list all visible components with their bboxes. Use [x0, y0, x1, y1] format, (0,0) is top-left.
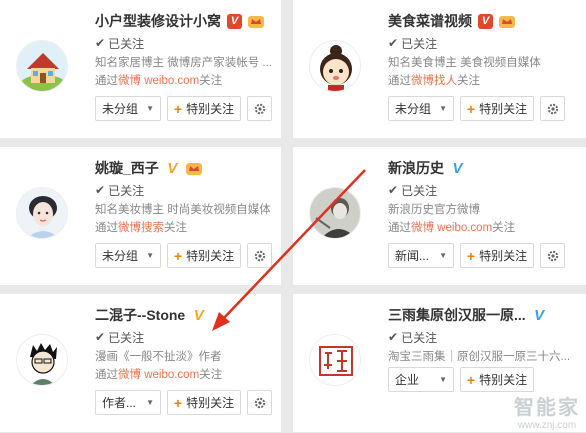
avatar[interactable] [309, 40, 361, 92]
group-select[interactable]: 未分组 ▼ [95, 96, 161, 121]
caret-down-icon: ▼ [439, 104, 447, 113]
special-follow-button[interactable]: + 特别关注 [167, 243, 241, 268]
caret-down-icon: ▼ [146, 398, 154, 407]
verified-badge-icon: V [478, 13, 493, 29]
check-icon: ✔ [388, 330, 399, 344]
watermark: 智能家 www.znj.com [514, 397, 580, 431]
group-select[interactable]: 新闻... ▼ [388, 243, 454, 268]
follow-source: 通过微博找人关注 [388, 75, 480, 87]
source-link[interactable]: 微博 weibo.com [118, 369, 199, 381]
verified-badge-icon: V [452, 159, 463, 177]
verified-badge-icon: V [167, 159, 178, 177]
plus-icon: + [466, 247, 476, 264]
crown-icon [185, 162, 202, 175]
follow-status: 已关注 [401, 36, 438, 51]
source-link[interactable]: 微博 weibo.com [118, 75, 199, 87]
caret-down-icon: ▼ [146, 104, 154, 113]
plus-icon: + [466, 371, 476, 388]
avatar[interactable] [309, 334, 361, 386]
settings-button[interactable] [540, 243, 565, 268]
follow-source: 通过微博搜索关注 [95, 222, 187, 234]
user-name[interactable]: 二混子--Stone [95, 305, 185, 325]
user-card: 姚璇_西子 V ✔ 已关注 知名美妆博主 时尚美妆视频自媒体 通过微博搜索关注 未… [0, 147, 281, 285]
group-select[interactable]: 企业 ▼ [388, 367, 454, 392]
gear-icon [547, 103, 558, 114]
settings-button[interactable] [247, 243, 272, 268]
settings-button[interactable] [247, 390, 272, 415]
user-card: 二混子--Stone V ✔ 已关注 漫画《一般不扯淡》作者 通过微博 weibo… [0, 294, 281, 432]
gear-icon [254, 103, 265, 114]
user-description: 漫画《一般不扯淡》作者 [95, 351, 222, 363]
follow-status: 已关注 [108, 330, 145, 345]
plus-icon: + [173, 100, 183, 117]
user-name[interactable]: 三雨集原创汉服一原... [388, 305, 526, 325]
group-select[interactable]: 作者... ▼ [95, 390, 161, 415]
verified-badge-icon: V [227, 13, 242, 29]
gear-icon [254, 397, 265, 408]
special-follow-button[interactable]: + 特别关注 [460, 243, 534, 268]
crown-icon [248, 15, 264, 28]
user-description: 知名家居博主 微博房产家装帐号 ... [95, 57, 272, 69]
avatar[interactable] [309, 187, 361, 239]
verified-badge-icon: V [534, 306, 545, 324]
user-description: 新浪历史官方微博 [388, 204, 480, 216]
plus-icon: + [173, 247, 183, 264]
special-follow-button[interactable]: + 特别关注 [460, 367, 534, 392]
settings-button[interactable] [540, 96, 565, 121]
settings-button[interactable] [247, 96, 272, 121]
check-icon: ✔ [388, 183, 399, 197]
user-description: 淘宝三雨集｜原创汉服一原三十六... [388, 351, 571, 363]
check-icon: ✔ [388, 36, 399, 50]
special-follow-button[interactable]: + 特别关注 [167, 96, 241, 121]
user-description: 知名美食博主 美食视频自媒体 [388, 57, 541, 69]
plus-icon: + [466, 100, 476, 117]
plus-icon: + [173, 394, 183, 411]
avatar[interactable] [16, 334, 68, 386]
user-name[interactable]: 小户型装修设计小窝 [95, 11, 221, 31]
follow-status: 已关注 [401, 183, 438, 198]
check-icon: ✔ [95, 330, 106, 344]
user-name[interactable]: 姚璇_西子 [95, 158, 159, 178]
gear-icon [254, 250, 265, 261]
follow-source: 通过微博 weibo.com关注 [95, 75, 223, 87]
follow-status: 已关注 [108, 36, 145, 51]
verified-badge-icon: V [193, 306, 204, 324]
follow-status: 已关注 [401, 330, 438, 345]
group-select[interactable]: 未分组 ▼ [388, 96, 454, 121]
gear-icon [547, 250, 558, 261]
user-card: 新浪历史 V ✔ 已关注 新浪历史官方微博 通过微博 weibo.com关注 新闻… [293, 147, 586, 285]
caret-down-icon: ▼ [439, 375, 447, 384]
user-name[interactable]: 新浪历史 [388, 158, 444, 178]
crown-icon [499, 15, 515, 28]
avatar[interactable] [16, 187, 68, 239]
follow-source: 通过微博 weibo.com关注 [95, 369, 223, 381]
follow-status: 已关注 [108, 183, 145, 198]
follow-source: 通过微博 weibo.com关注 [388, 222, 516, 234]
user-card: 小户型装修设计小窝 V ✔ 已关注 知名家居博主 微博房产家装帐号 ... 通过微… [0, 0, 281, 138]
user-name[interactable]: 美食菜谱视频 [388, 11, 472, 31]
user-card: 美食菜谱视频 V ✔ 已关注 知名美食博主 美食视频自媒体 通过微博找人关注 未分… [293, 0, 586, 138]
source-link[interactable]: 微博 weibo.com [411, 222, 492, 234]
check-icon: ✔ [95, 36, 106, 50]
group-select[interactable]: 未分组 ▼ [95, 243, 161, 268]
avatar[interactable] [16, 40, 68, 92]
source-link[interactable]: 微博找人 [411, 75, 457, 87]
special-follow-button[interactable]: + 特别关注 [167, 390, 241, 415]
caret-down-icon: ▼ [439, 251, 447, 260]
special-follow-button[interactable]: + 特别关注 [460, 96, 534, 121]
user-description: 知名美妆博主 时尚美妆视频自媒体 [95, 204, 271, 216]
source-link[interactable]: 微博搜索 [118, 222, 164, 234]
caret-down-icon: ▼ [146, 251, 154, 260]
check-icon: ✔ [95, 183, 106, 197]
